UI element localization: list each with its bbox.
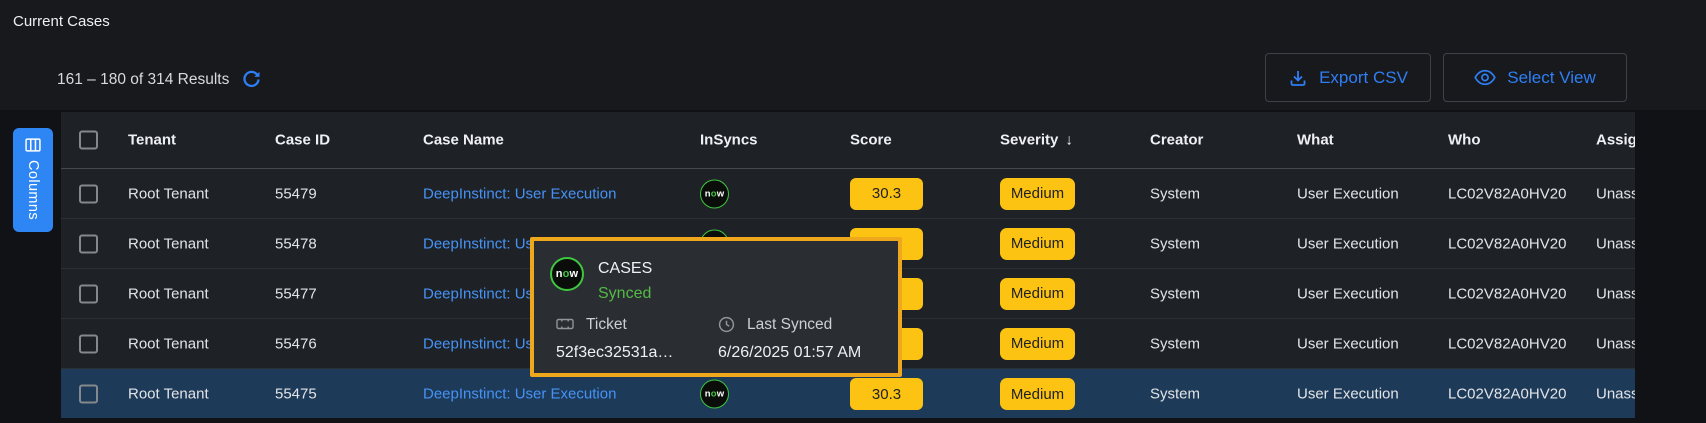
tooltip-source: CASES — [598, 260, 652, 278]
eye-icon — [1474, 69, 1496, 86]
refresh-icon[interactable] — [242, 70, 261, 89]
insync-tooltip: now CASES Synced Ticket Last Synced 52f3… — [530, 237, 902, 377]
results-row: 161 – 180 of 314 Results — [57, 70, 261, 89]
export-csv-label: Export CSV — [1319, 68, 1408, 88]
case-name-link[interactable]: DeepInstinct: User Execution — [423, 185, 616, 202]
cell-who: LC02V82A0HV20 — [1448, 285, 1576, 302]
cell-assigned: Unassigned — [1596, 285, 1635, 302]
header-case-name[interactable]: Case Name — [423, 132, 504, 149]
cell-case-id: 55479 — [275, 185, 317, 202]
select-all-checkbox[interactable] — [79, 131, 98, 150]
page-title: Current Cases — [13, 13, 110, 30]
cell-tenant: Root Tenant — [128, 335, 209, 352]
export-csv-button[interactable]: Export CSV — [1265, 53, 1431, 102]
tooltip-sync-status: Synced — [598, 285, 651, 303]
servicenow-now-icon[interactable]: now — [700, 380, 729, 409]
cell-creator: System — [1150, 285, 1200, 302]
cell-who: LC02V82A0HV20 — [1448, 335, 1576, 352]
cell-case-id: 55477 — [275, 285, 317, 302]
cell-who: LC02V82A0HV20 — [1448, 235, 1576, 252]
cell-creator: System — [1150, 235, 1200, 252]
ticket-value: 52f3ec32531a… — [556, 344, 673, 362]
score-badge: 30.3 — [850, 178, 923, 210]
select-view-label: Select View — [1507, 68, 1596, 88]
header-case-id[interactable]: Case ID — [275, 132, 330, 149]
columns-tab-button[interactable]: Columns — [13, 128, 53, 232]
score-badge: 30.3 — [850, 378, 923, 410]
cell-assigned: Unassigned — [1596, 335, 1635, 352]
last-synced-label: Last Synced — [747, 316, 832, 334]
results-count: 161 – 180 of 314 Results — [57, 71, 229, 89]
header-assigned[interactable]: Assigned — [1596, 132, 1635, 149]
cell-what: User Execution — [1297, 235, 1399, 252]
columns-icon — [25, 138, 41, 152]
ticket-icon — [556, 317, 574, 331]
cell-case-id: 55475 — [275, 386, 317, 403]
severity-badge: Medium — [1000, 328, 1075, 360]
header-insyncs[interactable]: InSyncs — [700, 132, 758, 149]
select-view-button[interactable]: Select View — [1443, 53, 1627, 102]
cell-what: User Execution — [1297, 335, 1399, 352]
cell-case-id: 55476 — [275, 335, 317, 352]
header-tenant[interactable]: Tenant — [128, 132, 176, 149]
ticket-label: Ticket — [586, 316, 627, 334]
servicenow-now-icon[interactable]: now — [700, 179, 729, 208]
cell-who: LC02V82A0HV20 — [1448, 386, 1576, 403]
row-checkbox[interactable] — [79, 334, 98, 353]
table-row[interactable]: Root Tenant 55479 DeepInstinct: User Exe… — [61, 169, 1635, 219]
cell-who: LC02V82A0HV20 — [1448, 185, 1576, 202]
header-what[interactable]: What — [1297, 132, 1334, 149]
cell-assigned: Unassigned — [1596, 386, 1635, 403]
top-bar: Current Cases 161 – 180 of 314 Results E… — [0, 0, 1706, 110]
cell-creator: System — [1150, 335, 1200, 352]
download-icon — [1288, 68, 1308, 88]
sort-desc-arrow: ↓ — [1065, 132, 1073, 149]
header-severity[interactable]: Severity↓ — [1000, 132, 1073, 149]
cell-creator: System — [1150, 386, 1200, 403]
cell-tenant: Root Tenant — [128, 386, 209, 403]
row-checkbox[interactable] — [79, 385, 98, 404]
header-score[interactable]: Score — [850, 132, 892, 149]
cell-tenant: Root Tenant — [128, 285, 209, 302]
severity-badge: Medium — [1000, 178, 1075, 210]
cell-what: User Execution — [1297, 185, 1399, 202]
row-checkbox[interactable] — [79, 234, 98, 253]
cell-what: User Execution — [1297, 386, 1399, 403]
cell-assigned: Unassigned — [1596, 185, 1635, 202]
severity-badge: Medium — [1000, 228, 1075, 260]
header-creator[interactable]: Creator — [1150, 132, 1203, 149]
row-checkbox[interactable] — [79, 284, 98, 303]
severity-badge: Medium — [1000, 278, 1075, 310]
row-checkbox[interactable] — [79, 184, 98, 203]
columns-tab-label: Columns — [25, 160, 41, 220]
last-synced-value: 6/26/2025 01:57 AM — [718, 344, 861, 362]
severity-badge: Medium — [1000, 378, 1075, 410]
cell-what: User Execution — [1297, 285, 1399, 302]
table-header-row: Tenant Case ID Case Name InSyncs Score S… — [61, 112, 1635, 169]
cell-assigned: Unassigned — [1596, 235, 1635, 252]
clock-icon — [718, 316, 735, 333]
current-cases-page: Current Cases 161 – 180 of 314 Results E… — [0, 0, 1706, 423]
cell-tenant: Root Tenant — [128, 235, 209, 252]
cell-case-id: 55478 — [275, 235, 317, 252]
case-name-link[interactable]: DeepInstinct: User Execution — [423, 386, 616, 403]
cell-tenant: Root Tenant — [128, 185, 209, 202]
servicenow-now-logo: now — [550, 257, 584, 291]
header-who[interactable]: Who — [1448, 132, 1480, 149]
cell-creator: System — [1150, 185, 1200, 202]
